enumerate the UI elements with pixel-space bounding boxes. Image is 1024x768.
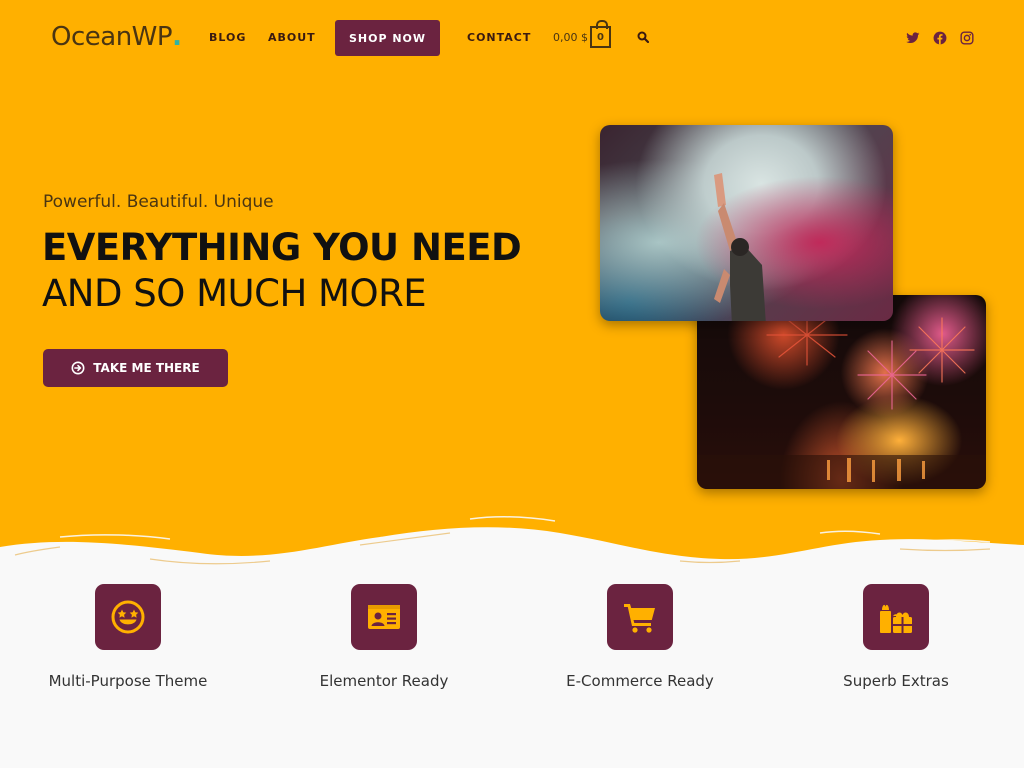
feature-item: Superb Extras: [776, 584, 1016, 690]
hero-tagline: Powerful. Beautiful. Unique: [43, 192, 274, 212]
cta-label: TAKE ME THERE: [93, 361, 200, 375]
wave-divider: [0, 516, 1024, 565]
feature-icon-box: [607, 584, 673, 650]
site-logo[interactable]: OceanWP.: [51, 22, 182, 52]
feature-item: Elementor Ready: [264, 584, 504, 690]
search-icon[interactable]: [637, 31, 649, 43]
logo-text: OceanWP: [51, 22, 173, 52]
take-me-there-button[interactable]: TAKE ME THERE: [43, 349, 228, 387]
arrow-circle-right-icon: [71, 361, 85, 375]
feature-icon-box: [95, 584, 161, 650]
nav-about[interactable]: ABOUT: [268, 31, 316, 44]
feature-label: Multi-Purpose Theme: [48, 672, 208, 690]
feature-label: Superb Extras: [843, 672, 949, 690]
fireworks-image: [697, 295, 986, 489]
instagram-icon[interactable]: [960, 31, 974, 45]
feature-label: E-Commerce Ready: [566, 672, 714, 690]
star-eyes-smiley-icon: [111, 600, 145, 634]
concert-image: [600, 125, 893, 321]
shop-now-button[interactable]: SHOP NOW: [335, 20, 440, 56]
hero-headline-line2: AND SO MUCH MORE: [42, 272, 427, 315]
fireworks-bursts: [697, 304, 986, 489]
hero-section: OceanWP. BLOG ABOUT SHOP NOW CONTACT 0,0…: [0, 0, 1024, 565]
cart-bag-icon[interactable]: 0: [590, 20, 611, 48]
hero-headline-line1: EVERYTHING YOU NEED: [42, 226, 522, 269]
feature-icon-box: [351, 584, 417, 650]
facebook-icon[interactable]: [933, 31, 947, 45]
shopping-cart-icon: [624, 604, 655, 633]
logo-dot: .: [172, 22, 182, 52]
feature-item: Multi-Purpose Theme: [8, 584, 248, 690]
gifts-icon: [880, 604, 912, 633]
performer-silhouette: [714, 173, 766, 321]
feature-item: E-Commerce Ready: [520, 584, 760, 690]
feature-icon-box: [863, 584, 929, 650]
cart-count: 0: [597, 31, 604, 43]
nav-contact[interactable]: CONTACT: [467, 31, 531, 44]
feature-label: Elementor Ready: [319, 672, 449, 690]
twitter-icon[interactable]: [906, 31, 920, 45]
nav-blog[interactable]: BLOG: [209, 31, 246, 44]
cart-total[interactable]: 0,00 $: [553, 31, 588, 44]
id-card-icon: [368, 605, 400, 629]
